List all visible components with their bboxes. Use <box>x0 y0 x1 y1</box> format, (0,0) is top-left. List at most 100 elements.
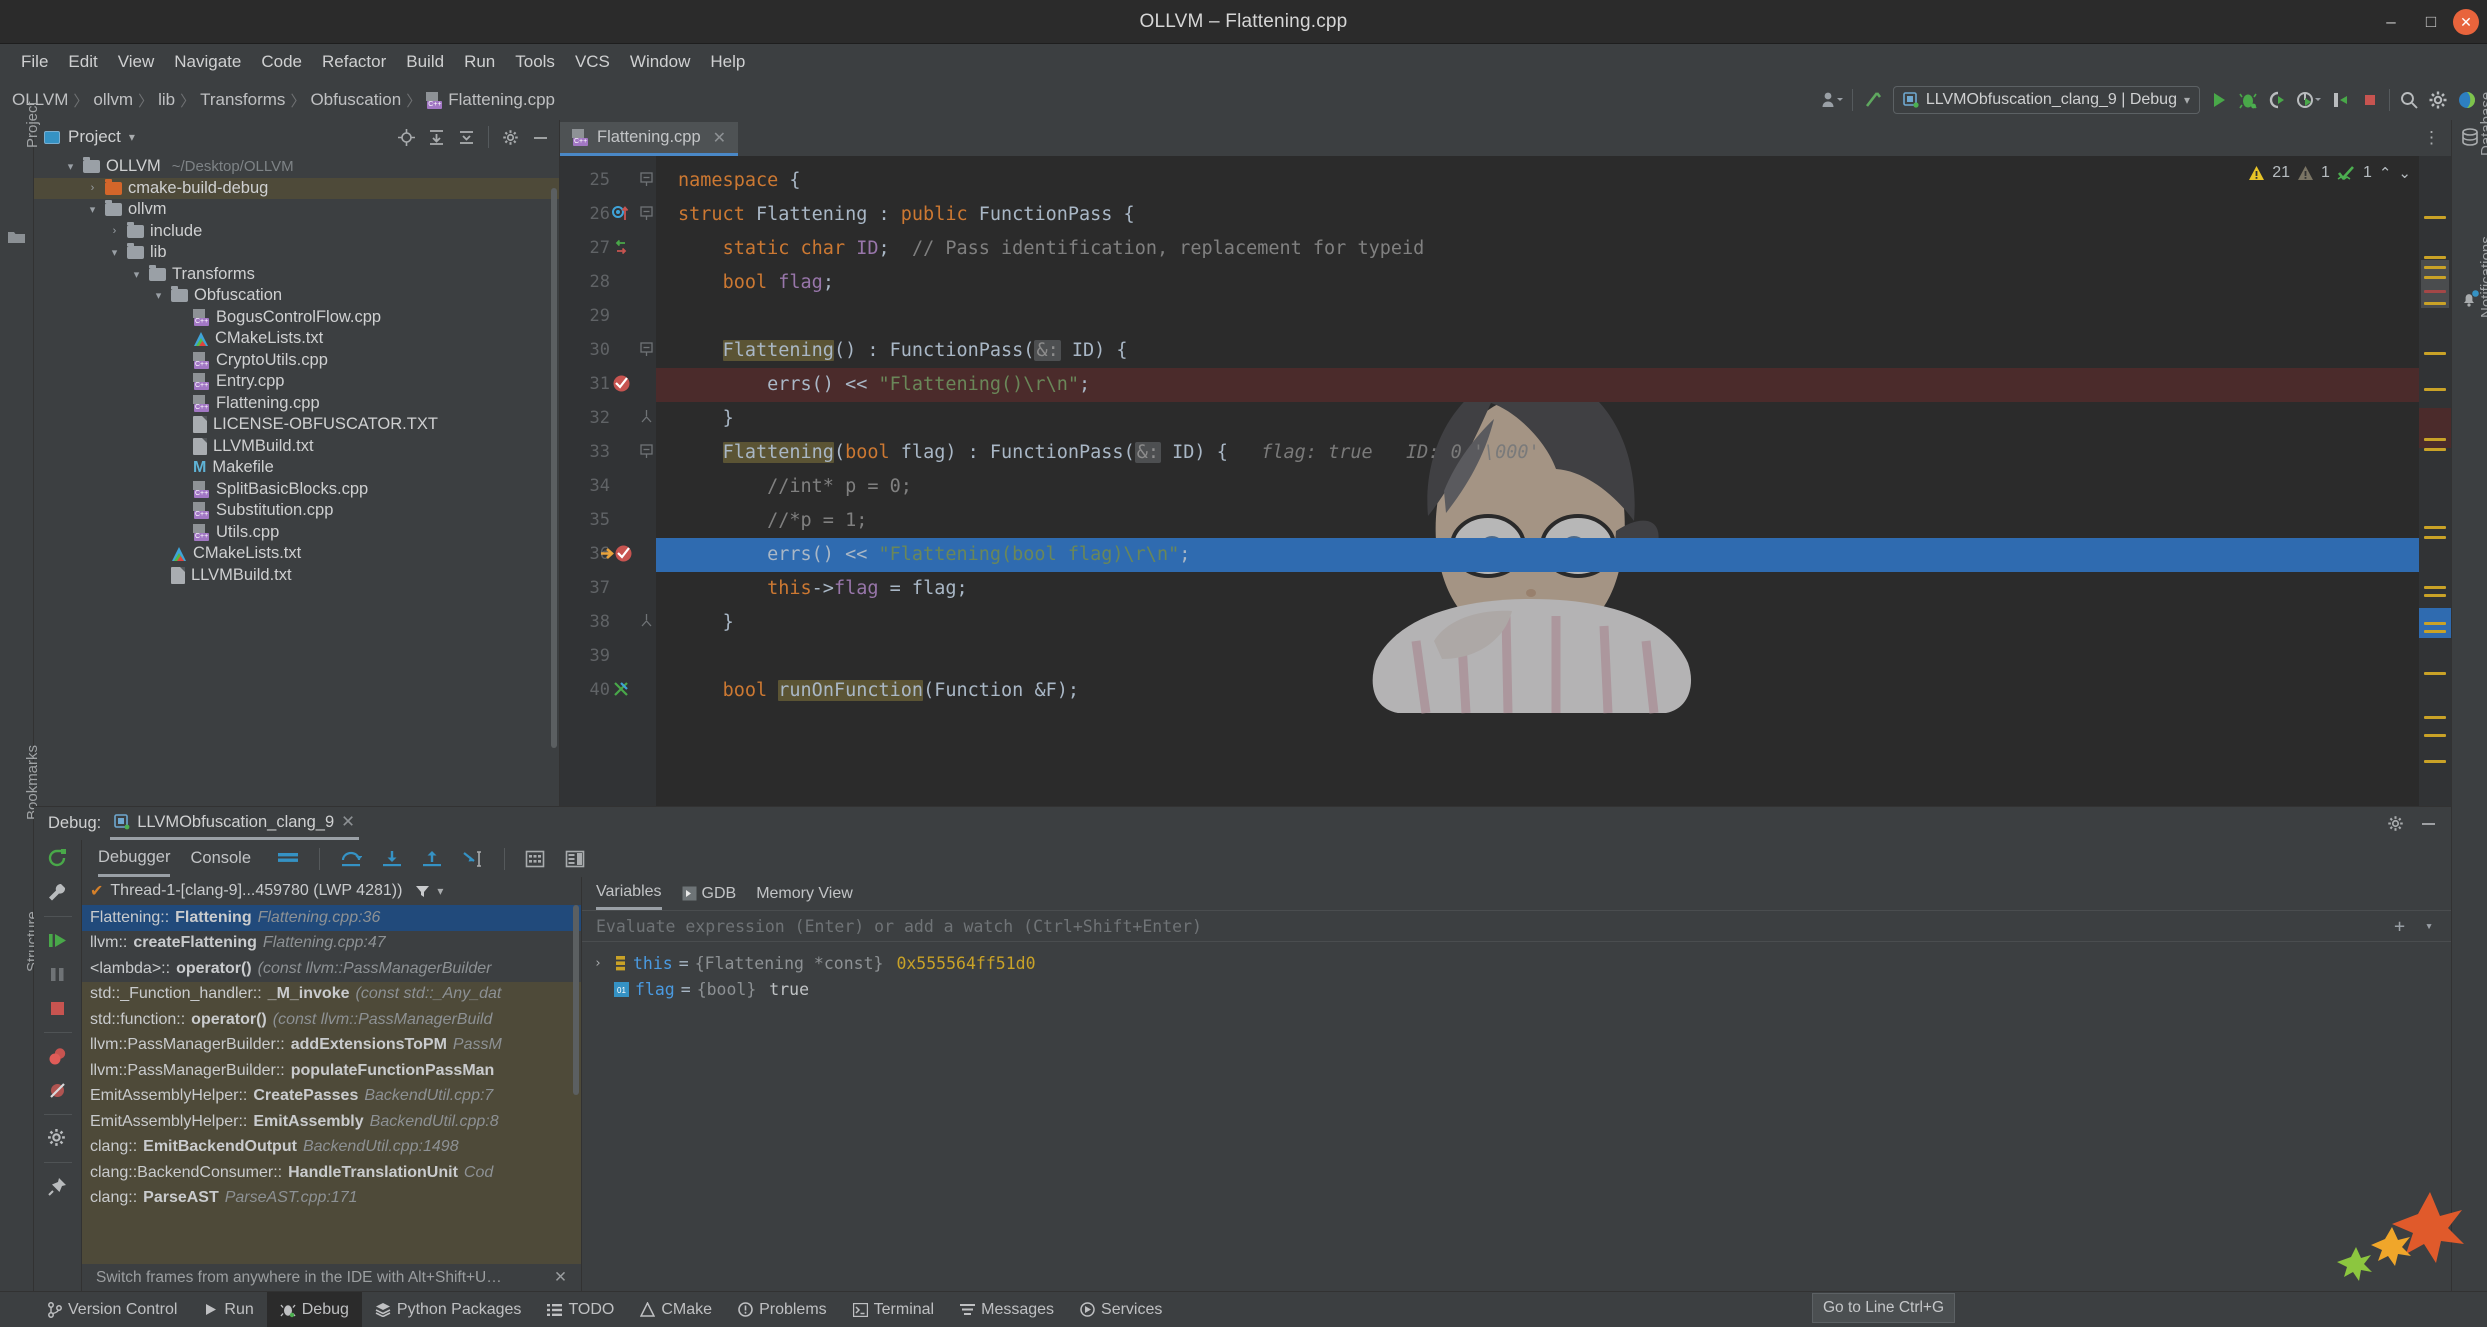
build-hammer-icon[interactable] <box>1862 89 1884 111</box>
tab-memory-view[interactable]: Memory View <box>756 885 853 903</box>
frame-row[interactable]: clang:: EmitBackendOutput BackendUtil.cpp:… <box>82 1135 581 1161</box>
code-line-35[interactable]: //*p = 1; <box>656 504 2419 538</box>
hide-panel-icon[interactable] <box>532 129 549 146</box>
filter-icon[interactable] <box>415 884 430 899</box>
tree-node-splitbasicblocks-cpp[interactable]: SplitBasicBlocks.cpp <box>34 479 559 501</box>
tree-node-lib[interactable]: ▾ lib <box>34 242 559 264</box>
step-out-icon[interactable] <box>422 850 442 868</box>
rail-project-label[interactable]: Project <box>24 101 41 148</box>
breadcrumb-item-flattening-cpp[interactable]: Flattening.cpp <box>426 90 555 110</box>
menu-item-window[interactable]: Window <box>621 48 699 76</box>
profile-icon[interactable] <box>2296 90 2322 110</box>
frame-row[interactable]: std::_Function_handler:: _M_invoke (const … <box>82 982 581 1008</box>
stripe-marker[interactable] <box>2424 622 2446 625</box>
override-marker-icon[interactable] <box>612 204 630 229</box>
inspection-status[interactable]: 21 1 1 ⌃ ⌄ <box>2248 164 2411 182</box>
chevron-down-icon[interactable]: ▾ <box>130 268 143 281</box>
fold-collapse-icon[interactable] <box>640 206 653 224</box>
stop-icon[interactable] <box>47 998 68 1019</box>
menu-item-help[interactable]: Help <box>701 48 754 76</box>
menu-item-view[interactable]: View <box>109 48 164 76</box>
stripe-marker[interactable] <box>2424 266 2446 269</box>
statusbar-item-problems[interactable]: Problems <box>725 1292 840 1327</box>
stripe-marker[interactable] <box>2424 216 2446 219</box>
stripe-marker[interactable] <box>2424 586 2446 589</box>
tab-flattening-cpp[interactable]: Flattening.cpp ✕ <box>560 122 739 156</box>
stripe-marker[interactable] <box>2424 276 2446 279</box>
stripe-marker[interactable] <box>2424 448 2446 451</box>
fold-end-icon[interactable] <box>640 410 653 428</box>
statusbar-item-debug[interactable]: Debug <box>266 1291 362 1327</box>
debug-attach-icon[interactable] <box>2267 90 2287 110</box>
statusbar-item-cmake[interactable]: CMake <box>627 1292 725 1327</box>
tree-node-entry-cpp[interactable]: Entry.cpp <box>34 371 559 393</box>
tree-node-cmakelists-txt[interactable]: CMakeLists.txt <box>34 543 559 565</box>
stripe-marker[interactable] <box>2424 290 2446 293</box>
step-over-icon[interactable] <box>340 850 363 868</box>
chevron-up-icon[interactable]: ⌃ <box>2379 164 2392 182</box>
rail-database-label[interactable]: Database <box>2478 92 2487 156</box>
code-line-29[interactable] <box>656 300 2419 334</box>
fold-collapse-icon[interactable] <box>640 172 653 190</box>
menu-item-tools[interactable]: Tools <box>506 48 564 76</box>
coverage-icon[interactable] <box>2331 90 2351 110</box>
locate-icon[interactable] <box>398 128 415 146</box>
layout-icon[interactable] <box>277 851 299 867</box>
tree-node-makefile[interactable]: M Makefile <box>34 457 559 479</box>
code-line-31[interactable]: errs() << "Flattening()\r\n"; <box>656 368 2419 402</box>
step-into-icon[interactable] <box>382 850 402 868</box>
maximize-button[interactable]: □ <box>2413 4 2449 40</box>
fold-collapse-icon[interactable] <box>640 444 653 462</box>
gear-icon[interactable] <box>2428 90 2448 110</box>
debug-icon[interactable] <box>2238 90 2258 110</box>
close-icon[interactable]: ✕ <box>713 128 726 148</box>
avatar-icon[interactable] <box>2457 90 2477 110</box>
gear-icon[interactable] <box>502 129 519 146</box>
implemented-marker-icon[interactable] <box>612 238 630 263</box>
tab-debugger[interactable]: Debugger <box>98 840 171 877</box>
chevron-down-icon[interactable]: ▾ <box>2425 919 2433 934</box>
chevron-right-icon[interactable]: › <box>86 182 99 194</box>
frame-row[interactable]: llvm::PassManagerBuilder:: addExtensionsT… <box>82 1033 581 1059</box>
statusbar-item-terminal[interactable]: Terminal <box>840 1292 947 1327</box>
search-icon[interactable] <box>2399 90 2419 110</box>
stripe-marker[interactable] <box>2424 388 2446 391</box>
debug-session-tab[interactable]: LLVMObfuscation_clang_9 ✕ <box>110 807 359 840</box>
stripe-marker[interactable] <box>2424 536 2446 539</box>
frame-row[interactable]: clang::BackendConsumer:: HandleTranslatio… <box>82 1160 581 1186</box>
frames-scrollbar[interactable] <box>573 905 579 1095</box>
collapse-all-icon[interactable] <box>458 129 475 146</box>
frame-row[interactable]: llvm::PassManagerBuilder:: populateFuncti… <box>82 1058 581 1084</box>
breadcrumb-item-obfuscation[interactable]: Obfuscation <box>310 90 401 110</box>
close-button[interactable]: ✕ <box>2453 9 2479 35</box>
tree-node-cmakelists-txt[interactable]: CMakeLists.txt <box>34 328 559 350</box>
menu-item-code[interactable]: Code <box>252 48 311 76</box>
mute-breakpoints-icon[interactable] <box>47 1080 68 1101</box>
chevron-down-icon[interactable]: ⌄ <box>2398 164 2411 182</box>
tab-gdb[interactable]: GDB <box>682 885 736 903</box>
statusbar-item-todo[interactable]: TODO <box>534 1292 627 1327</box>
code-line-30[interactable]: Flattening() : FunctionPass(&: ID) { <box>656 334 2419 368</box>
fold-collapse-icon[interactable] <box>640 342 653 360</box>
view-breakpoints-icon[interactable] <box>47 1046 68 1067</box>
code-line-33[interactable]: Flattening(bool flag) : FunctionPass(&: … <box>656 436 2419 470</box>
breadcrumb-item-ollvm[interactable]: ollvm <box>93 90 133 110</box>
add-watch-icon[interactable]: + <box>2394 916 2405 937</box>
settings-wrench-icon[interactable] <box>47 882 68 903</box>
expand-all-icon[interactable] <box>428 129 445 146</box>
tree-node-llvmbuild-txt[interactable]: LLVMBuild.txt <box>34 565 559 587</box>
tree-node-utils-cpp[interactable]: Utils.cpp <box>34 522 559 544</box>
fold-end-icon[interactable] <box>640 614 653 632</box>
rerun-icon[interactable] <box>47 848 68 869</box>
overridden-marker-icon[interactable] <box>612 680 630 703</box>
tab-variables[interactable]: Variables <box>596 877 662 910</box>
frame-row[interactable]: llvm:: createFlattening Flattening.cpp:47 <box>82 930 581 956</box>
menu-item-build[interactable]: Build <box>397 48 453 76</box>
evaluate-icon[interactable] <box>525 850 545 868</box>
close-icon[interactable]: ✕ <box>554 1268 581 1287</box>
menu-item-run[interactable]: Run <box>455 48 504 76</box>
stripe-marker[interactable] <box>2424 716 2446 719</box>
chevron-down-icon[interactable]: ▾ <box>64 160 77 173</box>
menu-item-vcs[interactable]: VCS <box>566 48 619 76</box>
settings-gear-icon[interactable] <box>47 1128 68 1149</box>
